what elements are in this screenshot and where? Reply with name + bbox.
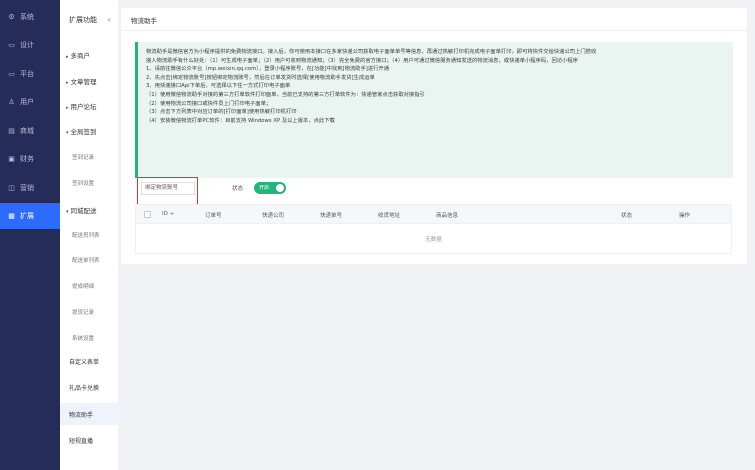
gear-icon: ⚙ xyxy=(8,13,15,21)
submenu-group-forum[interactable]: ▸ 用户论坛 xyxy=(66,101,97,111)
column-header-status: 状态 xyxy=(621,213,633,219)
main-sidebar: ⚙ 系统 ▭ 设计 ▭ 平台 ♙ 用户 ▤ 商城 ▣ 财务 ◫ 营销 ▦ 扩展 xyxy=(0,0,60,470)
chevron-right-icon: ▸ xyxy=(66,105,69,111)
table-header: ID ÷ 订单号 快递公司 快递单号 收货地址 商品信息 状态 操作 xyxy=(136,205,731,224)
monitor-icon: ▭ xyxy=(8,41,15,49)
sidebar-item-label: 用户 xyxy=(20,98,34,106)
marketing-icon: ◫ xyxy=(8,184,15,192)
sidebar-item-system[interactable]: ⚙ 系统 xyxy=(0,4,60,30)
empty-state: 无数据 xyxy=(425,237,442,243)
submenu-item-signin-records[interactable]: 签到记录 xyxy=(72,153,94,161)
sidebar-item-marketing[interactable]: ◫ 营销 xyxy=(0,175,60,201)
submenu-item-withdrawals[interactable]: 提现记录 xyxy=(72,308,94,316)
notice-line: （1）使用微信物流助手对接的第三方打单软件打印面单，当前已支持的第三方打单软件为… xyxy=(146,91,425,98)
sidebar-item-finance[interactable]: ▣ 财务 xyxy=(0,146,60,172)
column-header-id[interactable]: ID ÷ xyxy=(162,211,174,217)
submenu-item-commission[interactable]: 提成明细 xyxy=(72,282,94,290)
sidebar-item-label: 设计 xyxy=(20,41,34,49)
toggle-knob xyxy=(276,184,284,192)
submenu-item-logistics-helper[interactable]: 物流助手 xyxy=(69,410,93,419)
status-label: 状态 xyxy=(232,186,244,192)
collapse-icon[interactable]: « xyxy=(107,16,111,24)
shop-icon: ▤ xyxy=(8,127,15,135)
sidebar-item-label: 平台 xyxy=(20,70,34,78)
chevron-right-icon: ▸ xyxy=(66,54,69,60)
notice-line: 接入物流助手有什么好处：（1）可生成电子面单；（2）用户可收到物流通知；（3）完… xyxy=(146,57,578,64)
status-toggle[interactable]: 开启 xyxy=(254,182,286,194)
submenu-item-delivery-orders[interactable]: 配送单列表 xyxy=(72,256,100,264)
sidebar-item-design[interactable]: ▭ 设计 xyxy=(0,32,60,58)
sidebar-item-label: 系统 xyxy=(20,13,34,21)
submenu-item-couriers[interactable]: 配送员列表 xyxy=(72,231,100,239)
submenu-item-gift-card[interactable]: 礼品卡兑换 xyxy=(69,383,99,392)
sidebar-item-platform[interactable]: ▭ 平台 xyxy=(0,61,60,87)
user-icon: ♙ xyxy=(8,98,15,106)
column-header-address: 收货地址 xyxy=(378,213,401,219)
bind-logistics-account-button[interactable]: 绑定物流账号 xyxy=(141,182,195,195)
notice-line: 物流助手是微信官方为小程序提供的免费物流接口。接入后，你可使用本接口在多家快递公… xyxy=(146,49,597,55)
notice-line: 2、先点击[绑定物流账号]按钮绑定物流账号，然后在订单发货时选择[使用物流助手发… xyxy=(146,74,375,81)
submenu-group-delivery[interactable]: ▾ 同城配送 xyxy=(66,205,97,215)
grid-icon: ▦ xyxy=(8,212,15,220)
submenu-group-articles[interactable]: ▸ 文章管理 xyxy=(66,76,97,86)
chevron-down-icon: ▾ xyxy=(66,130,69,136)
notice-line: （4）安装微信物流打单PC软件：目前支持 Windows XP 及以上版本，点此… xyxy=(146,117,335,124)
sidebar-item-label: 财务 xyxy=(20,155,34,163)
submenu-title: 扩展功能 xyxy=(69,16,97,24)
submenu-group-merchant[interactable]: ▸ 多商户 xyxy=(66,50,90,60)
sidebar-item-label: 扩展 xyxy=(20,212,34,220)
orders-table: ID ÷ 订单号 快递公司 快递单号 收货地址 商品信息 状态 操作 无数据 xyxy=(135,204,732,254)
sidebar-item-user[interactable]: ♙ 用户 xyxy=(0,89,60,115)
submenu-header: 扩展功能 « xyxy=(60,0,119,40)
submenu-item-signin-settings[interactable]: 签到设置 xyxy=(72,179,94,187)
notice-line: （2）使用物流公司接口或快件员上门打印电子面单； xyxy=(146,100,272,107)
submenu-group-signin[interactable]: ▾ 全局签到 xyxy=(66,126,97,136)
select-all-checkbox[interactable] xyxy=(144,211,151,218)
sidebar-item-label: 商城 xyxy=(20,127,34,135)
monitor-icon: ▭ xyxy=(8,70,15,78)
submenu: 扩展功能 « ▸ 多商户 ▸ 文章管理 ▸ 用户论坛 ▾ 全局签到 签到记录 签到设置 … xyxy=(60,0,119,470)
sidebar-item-shop[interactable]: ▤ 商城 xyxy=(0,118,60,144)
toggle-label: 开启 xyxy=(259,185,270,191)
column-header-courier: 快递公司 xyxy=(262,213,285,219)
page-title: 物流助手 xyxy=(131,17,157,25)
submenu-item-short-video-live[interactable]: 短视直播 xyxy=(69,436,93,445)
column-header-order-no: 订单号 xyxy=(205,213,222,219)
column-header-goods: 商品信息 xyxy=(436,213,459,219)
submenu-item-system-settings[interactable]: 系统设置 xyxy=(72,334,94,342)
notice-line: 1、请前往微信公众平台（mp.weixin.qq.com），登录小程序账号，在[… xyxy=(146,66,390,73)
sidebar-item-label: 营销 xyxy=(20,184,34,192)
notice-box: 物流助手是微信官方为小程序提供的免费物流接口。接入后，你可使用本接口在多家快递公… xyxy=(135,42,733,178)
column-header-tracking-no: 快递单号 xyxy=(320,213,343,219)
sidebar-item-extend[interactable]: ▦ 扩展 xyxy=(0,203,60,229)
submenu-item-custom-form[interactable]: 自定义表单 xyxy=(69,357,99,366)
notice-line: （3）点击下方列表中对应订单的[打印面单]使用热敏打印机打印 xyxy=(146,109,297,116)
notice-line: 3、用快递接口Api下单后，可选择以下任一方式打印电子面单 xyxy=(146,83,291,90)
chevron-right-icon: ▸ xyxy=(66,80,69,86)
column-header-actions: 操作 xyxy=(679,213,691,219)
finance-icon: ▣ xyxy=(8,155,15,163)
chevron-down-icon: ▾ xyxy=(66,209,69,215)
title-divider xyxy=(121,30,747,31)
